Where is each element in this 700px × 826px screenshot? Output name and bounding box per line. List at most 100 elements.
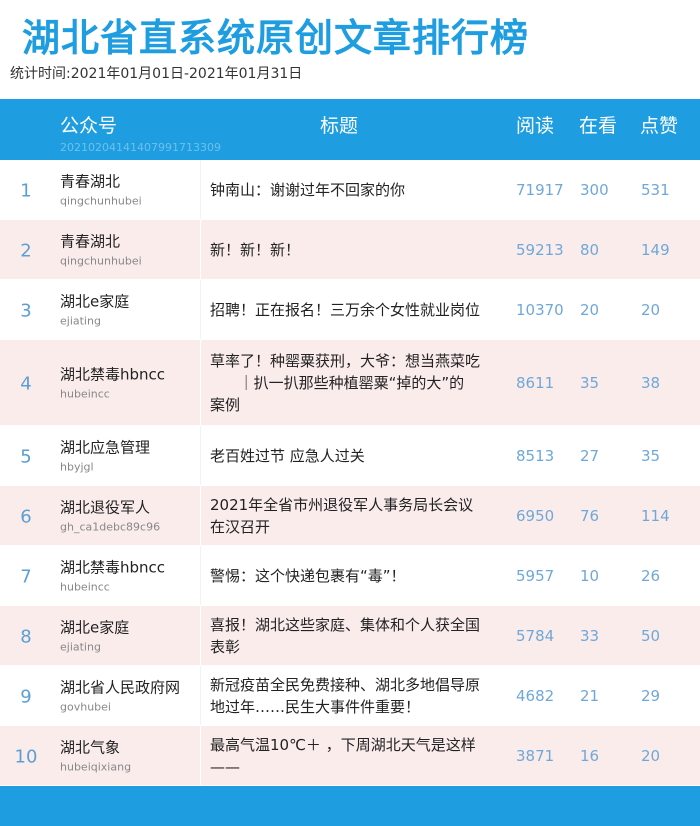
view-count: 20 <box>580 300 600 319</box>
row-rank: 9 <box>20 686 32 708</box>
read-count: 4682 <box>516 686 555 705</box>
column-divider <box>200 726 201 785</box>
account-name: 青春湖北 <box>60 232 121 250</box>
account-id: gh_ca1debc89c96 <box>60 520 161 533</box>
column-divider <box>200 160 201 219</box>
like-count: 29 <box>641 686 661 705</box>
account-id: ejiating <box>60 640 101 653</box>
account-id: qingchunhubei <box>60 254 142 267</box>
account-name: 湖北应急管理 <box>60 438 151 456</box>
view-count: 21 <box>580 686 600 705</box>
account-name: 湖北省人民政府网 <box>60 678 181 696</box>
like-count: 149 <box>641 240 670 259</box>
account-name: 湖北e家庭 <box>60 292 130 310</box>
read-count: 71917 <box>516 180 564 199</box>
row-rank: 7 <box>20 566 32 588</box>
table-row: 4 湖北禁毒hbncc hubeincc 草率了！种罂粟获刑，大爷：想当燕菜吃 … <box>0 340 700 426</box>
view-count: 27 <box>580 446 600 465</box>
like-count: 50 <box>641 626 661 645</box>
row-account: 湖北气象 hubeiqixiang <box>60 737 131 774</box>
view-count: 10 <box>580 566 600 585</box>
row-account: 湖北应急管理 hbyjgl <box>60 437 150 474</box>
header-report-id: 20210204141407991713309 <box>60 141 221 154</box>
row-rank: 2 <box>20 240 32 262</box>
row-rank: 4 <box>20 373 32 395</box>
footer-bar <box>0 786 700 826</box>
row-rank: 10 <box>14 746 38 768</box>
row-account: 青春湖北 qingchunhubei <box>60 231 142 268</box>
statistics-period: 统计时间:2021年01月01日-2021年01月31日 <box>10 66 303 82</box>
article-title[interactable]: 草率了！种罂粟获刑，大爷：想当燕菜吃 ｜扒一扒那些种植罂粟“掉的大”的 案例 <box>210 350 506 416</box>
row-rank: 1 <box>20 180 32 202</box>
column-divider <box>200 220 201 279</box>
like-count: 20 <box>641 746 661 765</box>
read-count: 59213 <box>516 240 564 259</box>
table-row: 8 湖北e家庭 ejiating 喜报！湖北这些家庭、集体和个人获全国 表彰 5… <box>0 606 700 666</box>
article-title[interactable]: 警惕：这个快递包裹有“毒”！ <box>210 565 506 587</box>
read-count: 10370 <box>516 300 564 319</box>
table-row: 3 湖北e家庭 ejiating 招聘！正在报名！三万余个女性就业岗位 1037… <box>0 280 700 340</box>
column-divider <box>200 606 201 665</box>
account-name: 青春湖北 <box>60 172 121 190</box>
read-count: 5784 <box>516 626 555 645</box>
view-count: 80 <box>580 240 600 259</box>
table-row: 1 青春湖北 qingchunhubei 钟南山：谢谢过年不回家的你 71917… <box>0 160 700 220</box>
account-id: hubeincc <box>60 387 110 400</box>
article-title[interactable]: 最高气温10℃＋ ，下周湖北天气是这样 —— <box>210 734 506 778</box>
like-count: 114 <box>641 506 670 525</box>
row-account: 湖北禁毒hbncc hubeincc <box>60 557 165 594</box>
account-name: 湖北退役军人 <box>60 498 151 516</box>
ranking-table: 1 青春湖北 qingchunhubei 钟南山：谢谢过年不回家的你 71917… <box>0 160 700 786</box>
column-divider <box>200 546 201 605</box>
like-count: 38 <box>641 373 661 392</box>
header-like: 点赞 <box>640 115 679 137</box>
table-row: 10 湖北气象 hubeiqixiang 最高气温10℃＋ ，下周湖北天气是这样… <box>0 726 700 786</box>
row-rank: 6 <box>20 506 32 528</box>
article-title[interactable]: 2021年全省市州退役军人事务局长会议 在汉召开 <box>210 494 506 538</box>
read-count: 5957 <box>516 566 555 585</box>
account-name: 湖北气象 <box>60 738 121 756</box>
table-row: 7 湖北禁毒hbncc hubeincc 警惕：这个快递包裹有“毒”！ 5957… <box>0 546 700 606</box>
column-divider <box>200 426 201 485</box>
article-title[interactable]: 新冠疫苗全民免费接种、湖北多地倡导原 地过年……民生大事件件重要！ <box>210 674 506 718</box>
like-count: 26 <box>641 566 661 585</box>
article-title[interactable]: 钟南山：谢谢过年不回家的你 <box>210 179 506 201</box>
account-name: 湖北禁毒hbncc <box>60 558 166 576</box>
row-account: 湖北省人民政府网 govhubei <box>60 677 180 714</box>
table-row: 2 青春湖北 qingchunhubei 新！新！新！ 59213 80 149 <box>0 220 700 280</box>
read-count: 3871 <box>516 746 555 765</box>
row-account: 青春湖北 qingchunhubei <box>60 171 142 208</box>
article-title[interactable]: 老百姓过节 应急人过关 <box>210 445 506 467</box>
table-header: 公众号 20210204141407991713309 标题 阅读 在看 点赞 <box>0 99 700 160</box>
column-divider <box>200 340 201 425</box>
header-read: 阅读 <box>516 115 555 137</box>
table-row: 5 湖北应急管理 hbyjgl 老百姓过节 应急人过关 8513 27 35 <box>0 426 700 486</box>
row-account: 湖北e家庭 ejiating <box>60 291 129 328</box>
row-account: 湖北禁毒hbncc hubeincc <box>60 364 165 401</box>
header-account: 公众号 <box>60 115 118 137</box>
column-divider <box>200 486 201 545</box>
row-account: 湖北e家庭 ejiating <box>60 617 129 654</box>
column-divider <box>200 666 201 725</box>
view-count: 35 <box>580 373 600 392</box>
account-name: 湖北e家庭 <box>60 618 130 636</box>
row-rank: 5 <box>20 446 32 468</box>
header-view: 在看 <box>579 115 618 137</box>
account-id: hubeiqixiang <box>60 760 132 773</box>
view-count: 76 <box>580 506 600 525</box>
account-id: qingchunhubei <box>60 194 142 207</box>
table-row: 9 湖北省人民政府网 govhubei 新冠疫苗全民免费接种、湖北多地倡导原 地… <box>0 666 700 726</box>
row-rank: 3 <box>20 300 32 322</box>
article-title[interactable]: 新！新！新！ <box>210 239 506 261</box>
like-count: 531 <box>641 180 670 199</box>
view-count: 33 <box>580 626 600 645</box>
read-count: 8513 <box>516 446 555 465</box>
view-count: 300 <box>580 180 609 199</box>
read-count: 8611 <box>516 373 555 392</box>
page-title: 湖北省直系统原创文章排行榜 <box>22 16 530 60</box>
account-id: govhubei <box>60 700 111 713</box>
article-title[interactable]: 喜报！湖北这些家庭、集体和个人获全国 表彰 <box>210 614 506 658</box>
account-id: hubeincc <box>60 580 110 593</box>
article-title[interactable]: 招聘！正在报名！三万余个女性就业岗位 <box>210 299 506 321</box>
account-id: ejiating <box>60 314 101 327</box>
